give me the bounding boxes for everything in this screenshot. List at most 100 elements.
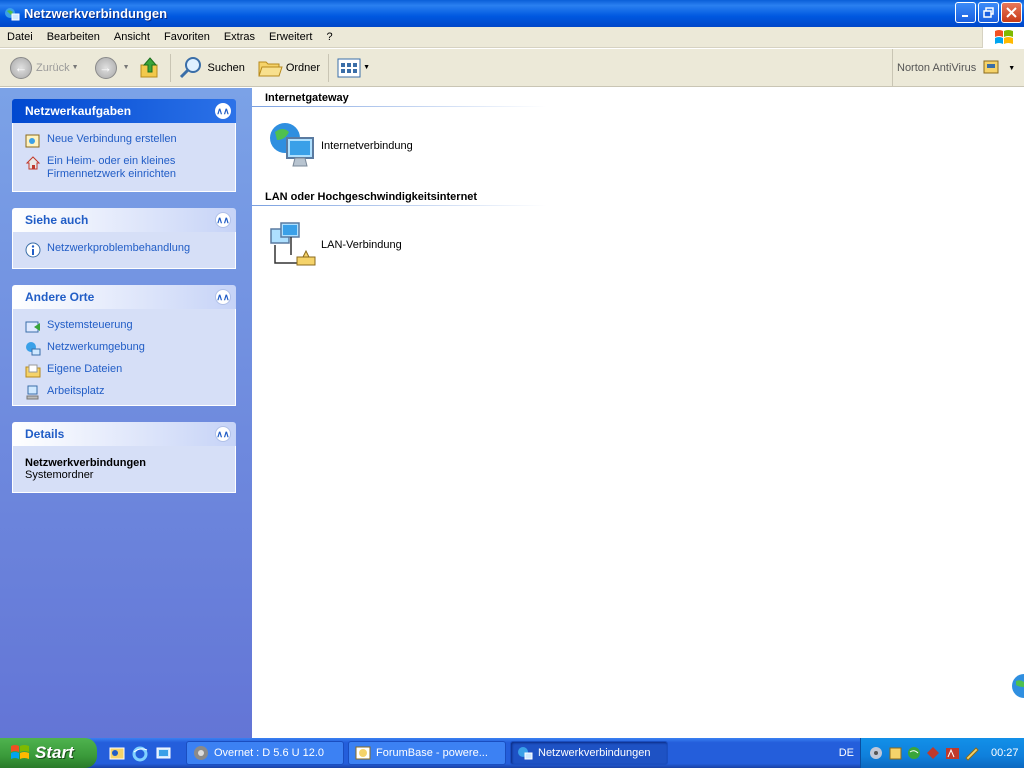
other-places-box: Andere Orte ∧∧ Systemsteuerung Netzwerku… xyxy=(12,285,236,406)
forward-dropdown-icon[interactable]: ▼ xyxy=(123,64,130,71)
quick-launch xyxy=(109,745,172,762)
close-button[interactable] xyxy=(1001,2,1022,23)
norton-dropdown-icon[interactable]: ▼ xyxy=(1008,65,1015,72)
control-panel-icon xyxy=(25,321,40,333)
network-tasks-header[interactable]: Netzwerkaufgaben ∧∧ xyxy=(12,99,236,123)
search-button[interactable]: Suchen xyxy=(175,52,249,84)
task-new-connection[interactable]: Neue Verbindung erstellen xyxy=(25,133,225,149)
title-bar[interactable]: Netzwerkverbindungen xyxy=(0,0,1024,27)
collapse-chevron-icon[interactable]: ∧∧ xyxy=(215,103,231,119)
views-icon xyxy=(337,58,361,77)
group-divider xyxy=(252,205,547,206)
taskbar-window-forumbase[interactable]: ForumBase - powere... xyxy=(348,741,506,765)
network-tray-icon[interactable] xyxy=(907,746,922,761)
safely-remove-hardware-icon[interactable] xyxy=(964,746,979,761)
place-my-computer[interactable]: Arbeitsplatz xyxy=(25,385,225,401)
lan-connection-icon xyxy=(270,222,316,266)
views-dropdown-icon[interactable]: ▼ xyxy=(363,64,370,71)
folders-icon xyxy=(258,61,283,76)
collapse-chevron-icon[interactable]: ∧∧ xyxy=(215,426,231,442)
details-header[interactable]: Details ∧∧ xyxy=(12,422,236,446)
toolbar: ← Zurück ▼ → ▼ Suchen Ordner ▼ Norton An… xyxy=(0,49,1024,87)
internet-connection-icon xyxy=(270,123,314,167)
minimize-button[interactable] xyxy=(955,2,976,23)
outlook-icon[interactable] xyxy=(109,745,126,762)
network-activity-icon[interactable] xyxy=(926,746,941,761)
clock[interactable]: 00:27 xyxy=(991,747,1019,759)
views-button[interactable]: ▼ xyxy=(333,52,374,84)
show-desktop-icon[interactable] xyxy=(155,745,172,762)
folders-button[interactable]: Ordner xyxy=(253,52,324,84)
norton-label: Norton AntiVirus xyxy=(897,62,977,74)
place-my-documents[interactable]: Eigene Dateien xyxy=(25,363,225,379)
windows-flag-icon xyxy=(994,29,1013,44)
back-button[interactable]: ← Zurück ▼ xyxy=(6,52,83,84)
menu-extras[interactable]: Extras xyxy=(217,31,262,43)
norton-tray-icon[interactable] xyxy=(888,746,903,761)
new-connection-icon xyxy=(25,134,40,148)
minimize-icon xyxy=(961,14,968,17)
menu-help[interactable]: ? xyxy=(319,31,339,43)
details-box: Details ∧∧ Netzwerkverbindungen Systemor… xyxy=(12,422,236,493)
menu-bar: Datei Bearbeiten Ansicht Favoriten Extra… xyxy=(0,27,1024,48)
overnet-icon xyxy=(194,746,208,760)
taskbar-window-overnet[interactable]: Overnet : D 5.6 U 12.0 xyxy=(186,741,344,765)
folders-label: Ordner xyxy=(285,61,321,74)
collapse-chevron-icon[interactable]: ∧∧ xyxy=(215,212,231,228)
see-also-header[interactable]: Siehe auch ∧∧ xyxy=(12,208,236,232)
back-label: Zurück xyxy=(36,61,70,74)
connection-lan[interactable]: LAN-Verbindung xyxy=(267,219,402,271)
back-dropdown-icon[interactable]: ▼ xyxy=(72,64,79,71)
close-icon xyxy=(1006,7,1017,18)
forward-button[interactable]: → ▼ xyxy=(91,52,134,84)
search-icon xyxy=(179,56,201,78)
details-type: Systemordner xyxy=(25,469,94,481)
menu-datei[interactable]: Datei xyxy=(0,31,40,43)
windows-logo xyxy=(982,27,1024,48)
norton-icon xyxy=(983,60,999,74)
info-icon xyxy=(25,242,41,258)
collapse-chevron-icon[interactable]: ∧∧ xyxy=(215,289,231,305)
taskbar-window-network-connections[interactable]: Netzwerkverbindungen xyxy=(510,741,668,765)
folder-up-icon xyxy=(140,56,157,77)
volume-icon[interactable] xyxy=(869,746,884,761)
windows-flag-icon xyxy=(11,745,29,759)
place-network-neighborhood[interactable]: Netzwerkumgebung xyxy=(25,341,225,357)
network-neighborhood-icon xyxy=(26,342,41,356)
restore-button[interactable] xyxy=(978,2,999,23)
up-button[interactable] xyxy=(134,52,166,84)
network-tasks-box: Netzwerkaufgaben ∧∧ Neue Verbindung erst… xyxy=(12,99,236,192)
task-home-network[interactable]: Ein Heim- oder ein kleines Firmennetzwer… xyxy=(25,155,225,181)
connection-internet[interactable]: Internetverbindung xyxy=(267,120,413,172)
other-places-header[interactable]: Andere Orte ∧∧ xyxy=(12,285,236,309)
details-title: Details xyxy=(25,427,65,441)
other-places-title: Andere Orte xyxy=(25,290,95,304)
menu-ansicht[interactable]: Ansicht xyxy=(107,31,157,43)
network-connections-icon xyxy=(518,747,533,760)
group-divider xyxy=(252,106,547,107)
restore-icon xyxy=(983,7,994,18)
language-indicator[interactable]: DE xyxy=(839,747,854,759)
task-troubleshoot[interactable]: Netzwerkproblembehandlung xyxy=(25,242,225,258)
ati-icon[interactable] xyxy=(945,746,960,761)
my-documents-icon xyxy=(25,364,41,378)
network-tasks-title: Netzwerkaufgaben xyxy=(25,104,132,118)
group-title-internet-gateway: Internetgateway xyxy=(265,92,349,104)
taskbar: Start Overnet : D 5.6 U 12.0 ForumBase -… xyxy=(0,738,1024,768)
place-control-panel[interactable]: Systemsteuerung xyxy=(25,319,225,335)
start-button[interactable]: Start xyxy=(0,738,97,768)
see-also-box: Siehe auch ∧∧ Netzwerkproblembehandlung xyxy=(12,208,236,269)
window-title: Netzwerkverbindungen xyxy=(24,6,168,21)
browser-icon xyxy=(355,746,371,760)
internet-connection-label: Internetverbindung xyxy=(321,140,413,152)
globe-edge-icon xyxy=(1012,674,1024,698)
menu-erweitert[interactable]: Erweitert xyxy=(262,31,319,43)
norton-antivirus-button[interactable]: Norton AntiVirus ▼ xyxy=(892,49,1024,87)
network-connections-icon xyxy=(5,7,20,20)
menu-favoriten[interactable]: Favoriten xyxy=(157,31,217,43)
content-pane: Internetgateway Internetverbindung LAN o… xyxy=(252,88,1024,738)
internet-explorer-icon[interactable] xyxy=(132,745,149,762)
start-label: Start xyxy=(35,743,74,762)
menu-bearbeiten[interactable]: Bearbeiten xyxy=(40,31,107,43)
group-title-lan: LAN oder Hochgeschwindigkeitsinternet xyxy=(265,191,478,203)
